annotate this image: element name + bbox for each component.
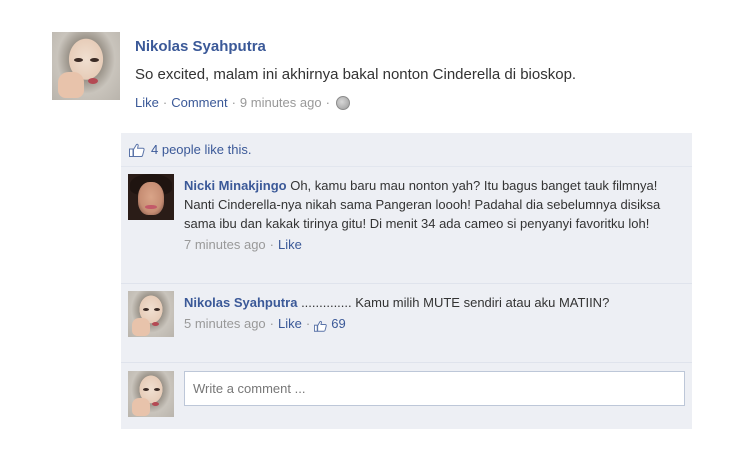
separator: ·	[231, 95, 236, 110]
post-comment-link[interactable]: Comment	[171, 95, 227, 110]
comment-author[interactable]: Nikolas Syahputra	[184, 295, 297, 310]
comment-input[interactable]	[184, 371, 685, 406]
thumbs-up-icon[interactable]	[314, 318, 327, 332]
comment-meta: 7 minutes ago · Like	[184, 235, 672, 254]
post-actions: Like · Comment · 9 minutes ago ·	[135, 95, 350, 110]
feedback-panel: 4 people like this. Nicki Minakjingo Oh,…	[121, 133, 692, 429]
separator: ·	[162, 95, 168, 110]
post-author-avatar[interactable]	[52, 32, 120, 100]
post-like-link[interactable]: Like	[135, 95, 159, 110]
likes-summary: 4 people like this.	[121, 133, 692, 167]
commenter-avatar[interactable]	[128, 291, 174, 337]
comment-timestamp[interactable]: 7 minutes ago	[184, 235, 266, 254]
comment-item: Nikolas Syahputra .............. Kamu mi…	[121, 284, 692, 363]
separator: ·	[305, 316, 311, 331]
current-user-avatar	[128, 371, 174, 417]
likes-count-link[interactable]: 4 people like this.	[151, 142, 251, 157]
thumbs-up-icon	[129, 143, 145, 157]
separator: ·	[325, 95, 330, 110]
comment-like-count[interactable]: 69	[331, 314, 345, 333]
comment-body: Nikolas Syahputra .............. Kamu mi…	[184, 293, 672, 333]
comment-meta: 5 minutes ago · Like · 69	[184, 314, 672, 333]
comment-body: Nicki Minakjingo Oh, kamu baru mau nonto…	[184, 176, 672, 254]
separator: ·	[269, 237, 275, 252]
commenter-avatar[interactable]	[128, 174, 174, 220]
comment-like-link[interactable]: Like	[278, 235, 302, 254]
globe-icon[interactable]	[335, 95, 350, 110]
comment-like-link[interactable]: Like	[278, 314, 302, 333]
comment-text: .............. Kamu milih MUTE sendiri a…	[301, 295, 610, 310]
comment-item: Nicki Minakjingo Oh, kamu baru mau nonto…	[121, 167, 692, 284]
post-message: So excited, malam ini akhirnya bakal non…	[135, 66, 577, 83]
post-author-name[interactable]: Nikolas Syahputra	[135, 38, 266, 55]
comment-timestamp[interactable]: 5 minutes ago	[184, 314, 266, 333]
separator: ·	[269, 316, 275, 331]
comment-author[interactable]: Nicki Minakjingo	[184, 178, 287, 193]
comment-composer	[121, 363, 692, 429]
post-timestamp[interactable]: 9 minutes ago	[240, 95, 322, 110]
